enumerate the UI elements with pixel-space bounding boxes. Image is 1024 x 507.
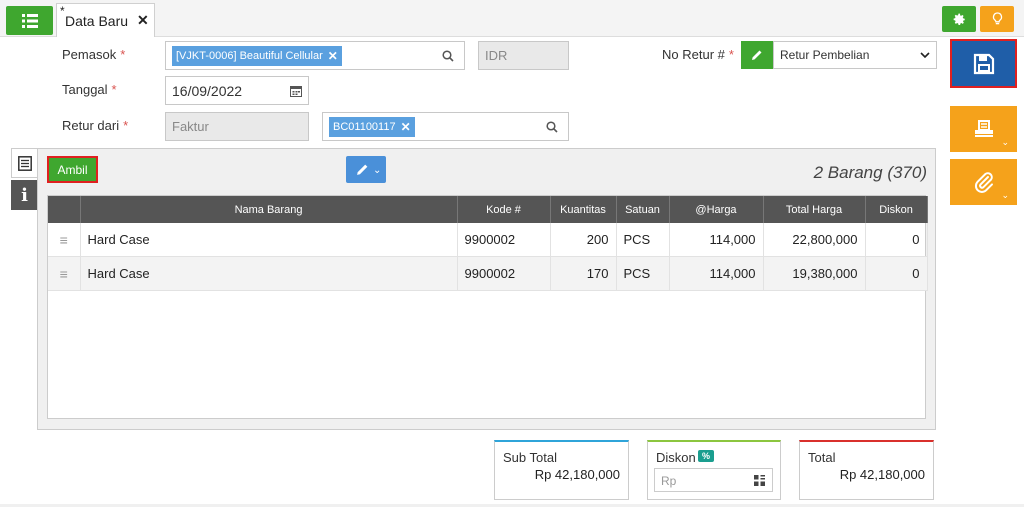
column-header-satuan[interactable]: Satuan [616,196,670,223]
chevron-down-icon: ⌄ [1001,137,1009,147]
return-from-label: Retur dari * [62,118,129,133]
chevron-down-icon: ⌄ [1001,190,1009,200]
gear-icon [953,13,965,25]
attachment-button[interactable]: ⌄ [950,159,1017,205]
total-box: Total Rp 42,180,000 [799,440,934,500]
column-header-total-harga[interactable]: Total Harga [763,196,866,223]
pencil-icon [357,164,368,175]
tab-modified-marker: * [60,4,65,18]
total-value: Rp 42,180,000 [839,467,925,482]
cell-price: 114,000 [669,223,764,257]
column-header-diskon[interactable]: Diskon [865,196,928,223]
close-icon[interactable]: ✕ [137,12,149,29]
subtotal-value: Rp 42,180,000 [534,467,620,482]
subtotal-box: Sub Total Rp 42,180,000 [494,440,629,500]
subtotal-label: Sub Total [503,450,557,465]
info-icon: i [21,184,28,206]
table-row[interactable]: ≡ Hard Case 9900002 170 PCS 114,000 19,3… [48,256,928,291]
discount-input[interactable]: Rp [654,468,773,492]
cell-total: 22,800,000 [763,223,866,257]
cell-unit: PCS [616,223,670,257]
currency-field: IDR [478,41,569,70]
supplier-select[interactable]: [VJKT-0006] Beautiful Cellular ✕ [165,41,465,70]
drag-handle-icon[interactable]: ≡ [48,256,81,291]
invoice-chip: BC01100117 ✕ [329,116,415,137]
tips-button[interactable] [980,6,1014,32]
return-from-field: Faktur [165,112,309,141]
cell-qty: 170 [550,256,617,291]
cell-unit: PCS [616,256,670,291]
menu-list-button[interactable] [6,6,53,35]
cell-total: 19,380,000 [763,256,866,291]
print-button[interactable]: ⌄ [950,106,1017,152]
pencil-icon [752,50,762,60]
save-button[interactable] [950,39,1017,88]
document-list-icon [18,155,32,171]
calculator-icon[interactable] [754,475,765,486]
items-count: 2 Barang (370) [813,163,927,182]
settings-button[interactable] [942,6,976,32]
date-label: Tanggal * [62,82,117,97]
cell-qty: 200 [550,223,617,257]
percent-toggle[interactable]: % [698,450,715,462]
lightbulb-icon [992,12,1002,25]
paperclip-icon [974,172,993,193]
cell-code: 9900002 [457,256,551,291]
discount-label: Diskon [656,450,696,465]
chevron-down-icon: ⌄ [373,165,382,176]
total-label: Total [808,450,836,465]
ambil-button[interactable]: Ambil [47,156,98,183]
remove-icon[interactable]: ✕ [328,49,338,63]
date-value: 16/09/2022 [172,82,243,99]
calendar-icon[interactable] [290,85,302,97]
return-no-label: No Retur # * [662,47,734,62]
cell-discount: 0 [865,223,928,257]
column-header-harga[interactable]: @Harga [669,196,764,223]
items-table: Nama Barang Kode # Kuantitas Satuan @Har… [47,195,928,419]
list-icon [21,13,38,28]
discount-box: Diskon % Rp [647,440,781,500]
cell-discount: 0 [865,256,928,291]
edit-dropdown-button[interactable]: ⌄ [346,156,386,183]
return-type-value: Retur Pembelian [780,48,870,62]
remove-icon[interactable]: ✕ [401,120,411,134]
discount-placeholder: Rp [661,474,677,488]
column-header-nama-barang[interactable]: Nama Barang [80,196,458,223]
supplier-chip: [VJKT-0006] Beautiful Cellular ✕ [172,45,342,66]
search-icon[interactable] [546,121,558,133]
tab-title: Data Baru [65,12,129,29]
invoice-select[interactable]: BC01100117 ✕ [322,112,569,141]
floppy-disk-icon [973,53,994,74]
table-row[interactable]: ≡ Hard Case 9900002 200 PCS 114,000 22,8… [48,223,928,257]
chevron-down-icon [920,52,930,58]
column-header-handle [48,196,81,223]
drag-handle-icon[interactable]: ≡ [48,223,81,257]
cell-price: 114,000 [669,256,764,291]
tab-data-baru[interactable]: * Data Baru ✕ [56,3,155,37]
edit-number-button[interactable] [741,41,773,69]
cell-code: 9900002 [457,223,551,257]
column-header-kuantitas[interactable]: Kuantitas [550,196,617,223]
tab-info[interactable]: i [11,180,38,210]
cell-name: Hard Case [80,256,458,291]
tab-details[interactable] [11,148,38,178]
printer-icon [974,120,993,137]
search-icon[interactable] [442,50,454,62]
return-type-select[interactable]: Retur Pembelian [773,41,937,69]
date-field[interactable]: 16/09/2022 [165,76,309,105]
cell-name: Hard Case [80,223,458,257]
supplier-label: Pemasok * [62,47,126,62]
column-header-kode[interactable]: Kode # [457,196,551,223]
table-header-row: Nama Barang Kode # Kuantitas Satuan @Har… [48,196,928,223]
